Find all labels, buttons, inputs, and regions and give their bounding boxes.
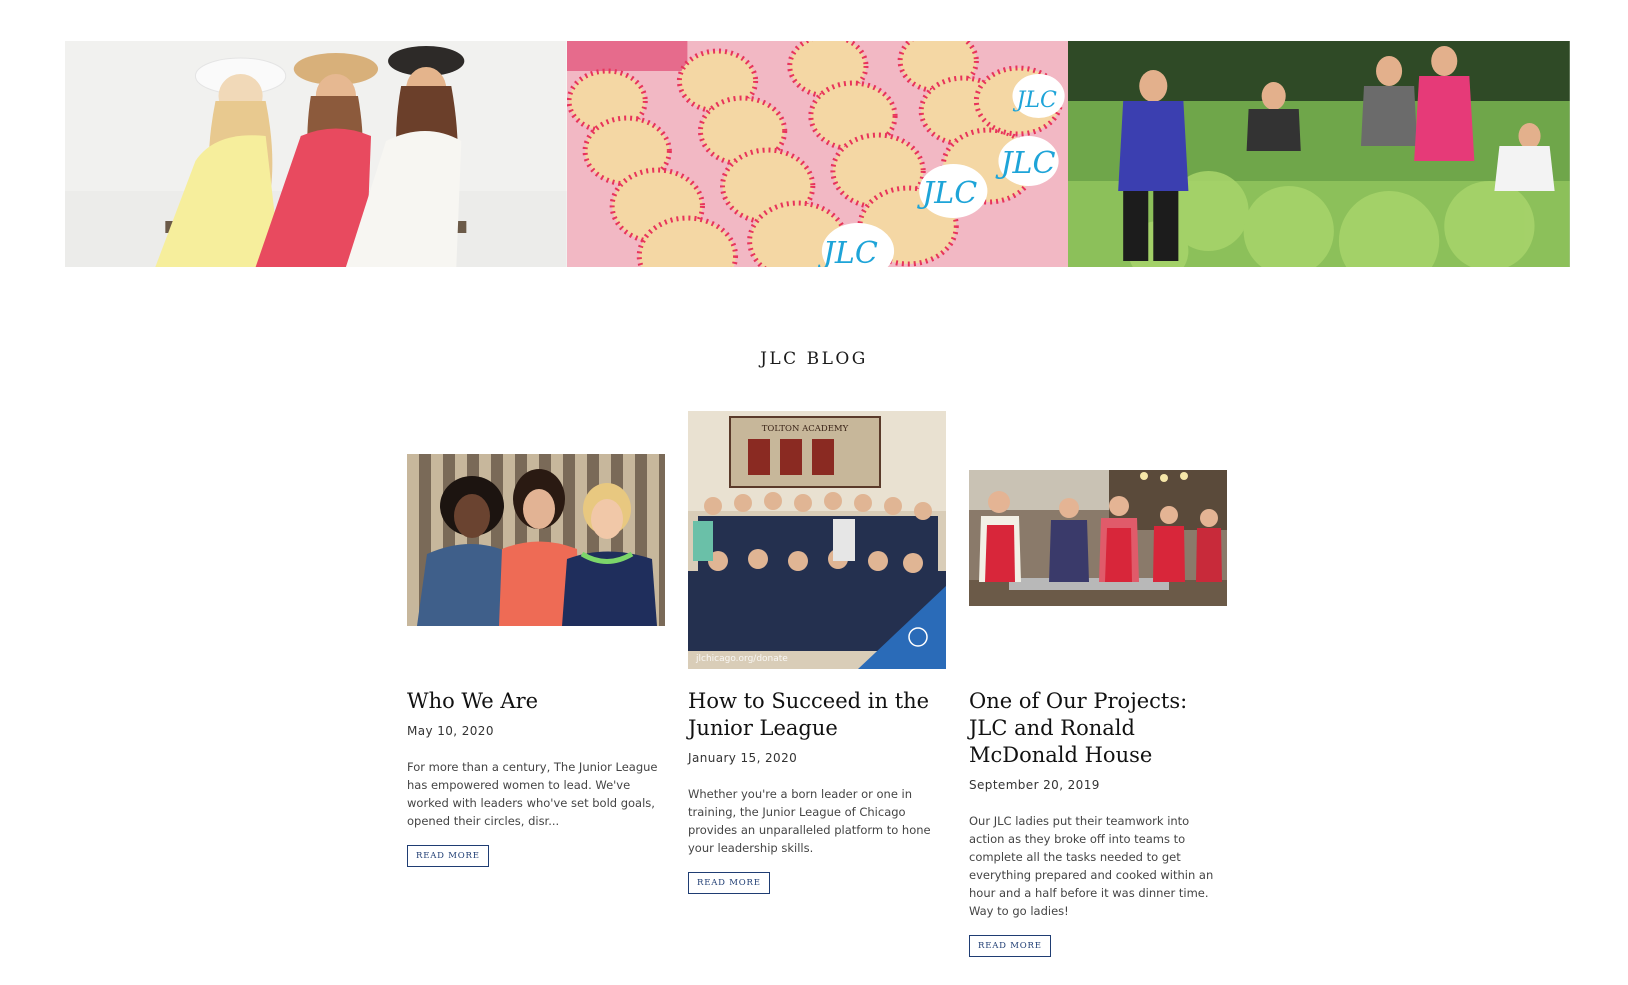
blog-post-image[interactable] (969, 470, 1227, 606)
garden-volunteers-photo-icon (1068, 41, 1571, 267)
hero-photo-women-laughing (65, 41, 567, 267)
svg-text:TOLTON ACADEMY: TOLTON ACADEMY (762, 424, 849, 434)
svg-text:JLC: JLC (1012, 88, 1057, 113)
blog-post-date: January 15, 2020 (688, 751, 798, 765)
svg-text:JLC: JLC (817, 236, 878, 267)
svg-text:jlchicago.org/donate: jlchicago.org/donate (695, 654, 788, 664)
blog-post-date: May 10, 2020 (407, 724, 494, 738)
blog-section-title: JLC BLOG (760, 349, 868, 369)
blog-post-body: Who We Are May 10, 2020 For more than a … (407, 688, 665, 867)
blog-post-excerpt: For more than a century, The Junior Leag… (407, 760, 658, 828)
women-laughing-photo-icon (65, 41, 567, 267)
blog-post-date: September 20, 2019 (969, 778, 1100, 792)
svg-text:JLC: JLC (994, 146, 1055, 181)
jlc-cookies-photo-icon: JLC JLC JLC JLC (566, 41, 1069, 267)
blog-post-title[interactable]: One of Our Projects: JLC and Ronald McDo… (969, 688, 1219, 769)
read-more-button[interactable]: READ MORE (407, 845, 489, 867)
kitchen-volunteers-photo-icon (969, 470, 1227, 606)
group-photo-tolton-academy-icon: TOLTON ACADEMY jlchicago.org/donate (688, 411, 946, 669)
blog-post-title[interactable]: How to Succeed in the Junior League (688, 688, 938, 742)
blog-post-body: How to Succeed in the Junior League Janu… (688, 688, 946, 894)
blog-post-title[interactable]: Who We Are (407, 688, 657, 715)
read-more-button[interactable]: READ MORE (969, 935, 1051, 957)
three-women-photo-icon (407, 454, 665, 626)
blog-post-image[interactable]: TOLTON ACADEMY jlchicago.org/donate (688, 411, 946, 669)
blog-post-body: One of Our Projects: JLC and Ronald McDo… (969, 688, 1227, 957)
read-more-button[interactable]: READ MORE (688, 872, 770, 894)
svg-text:JLC: JLC (916, 176, 977, 211)
blog-post-image[interactable] (407, 454, 665, 626)
hero-photo-garden-volunteers (1068, 41, 1571, 267)
blog-post-excerpt: Our JLC ladies put their teamwork into a… (969, 814, 1214, 918)
hero-photo-jlc-cookies: JLC JLC JLC JLC (566, 41, 1069, 267)
hero-image-strip: JLC JLC JLC JLC (65, 41, 1571, 267)
blog-post-excerpt: Whether you're a born leader or one in t… (688, 787, 931, 855)
